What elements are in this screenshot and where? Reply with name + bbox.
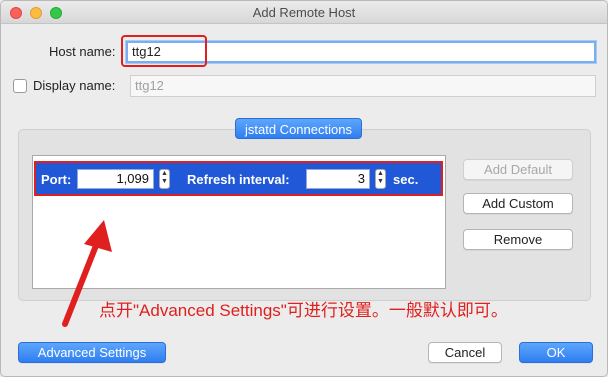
display-name-label: Display name:: [33, 78, 116, 93]
zoom-window-icon[interactable]: [50, 7, 62, 19]
host-name-label: Host name:: [49, 44, 116, 59]
host-name-highlight-box: [121, 35, 207, 67]
minimize-window-icon[interactable]: [30, 7, 42, 19]
ok-button[interactable]: OK: [519, 342, 593, 363]
connection-row-selected[interactable]: Port: 1,099 ▲ ▼ Refresh interval: 3 ▲ ▼ se…: [34, 161, 443, 196]
tab-jstatd-connections[interactable]: jstatd Connections: [235, 118, 362, 139]
port-input[interactable]: 1,099: [77, 169, 154, 189]
add-default-button[interactable]: Add Default: [463, 159, 573, 180]
add-remote-host-dialog: Add Remote Host Host name: ttg12 Display…: [0, 0, 608, 377]
display-name-input[interactable]: ttg12: [130, 75, 596, 97]
seconds-unit-label: sec.: [393, 172, 419, 187]
title-bar: Add Remote Host: [1, 1, 607, 24]
close-window-icon[interactable]: [10, 7, 22, 19]
add-custom-button[interactable]: Add Custom: [463, 193, 573, 214]
cancel-button[interactable]: Cancel: [428, 342, 502, 363]
display-name-checkbox[interactable]: [13, 79, 27, 93]
port-label: Port:: [41, 172, 72, 187]
window-title: Add Remote Host: [252, 5, 356, 20]
annotation-text: 点开"Advanced Settings"可进行设置。一般默认即可。: [99, 301, 508, 320]
remove-button[interactable]: Remove: [463, 229, 573, 250]
port-stepper[interactable]: ▲ ▼: [159, 169, 170, 189]
refresh-interval-stepper[interactable]: ▲ ▼: [375, 169, 386, 189]
advanced-settings-button[interactable]: Advanced Settings: [18, 342, 166, 363]
refresh-interval-label: Refresh interval:: [187, 172, 290, 187]
refresh-interval-input[interactable]: 3: [306, 169, 370, 189]
